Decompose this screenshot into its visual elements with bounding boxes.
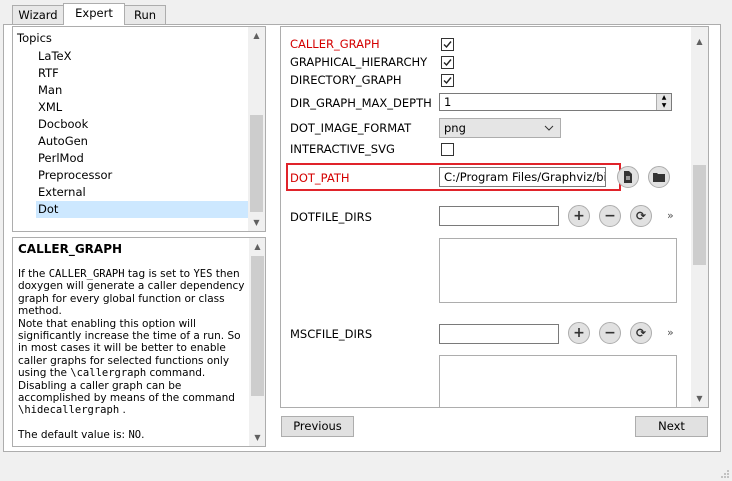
topic-item-xml[interactable]: XML	[36, 99, 248, 116]
topic-item-external[interactable]: External	[36, 184, 248, 201]
interactive-svg-checkbox[interactable]	[441, 143, 454, 156]
help-text: If the CALLER_GRAPH tag is set to YES th…	[18, 268, 245, 442]
scroll-thumb[interactable]	[693, 165, 706, 265]
scroll-thumb[interactable]	[251, 256, 264, 396]
topic-item-autogen[interactable]: AutoGen	[36, 133, 248, 150]
scroll-up-arrow-icon[interactable]: ▲	[249, 238, 265, 255]
folder-icon	[653, 173, 665, 182]
checkmark-icon	[443, 59, 452, 67]
dot-image-format-label: DOT_IMAGE_FORMAT	[290, 121, 412, 135]
topic-item-man[interactable]: Man	[36, 82, 248, 99]
scroll-up-arrow-icon[interactable]: ▲	[248, 27, 265, 44]
file-icon	[624, 171, 632, 183]
interactive-svg-label: INTERACTIVE_SVG	[290, 142, 395, 156]
next-button[interactable]: Next	[635, 416, 708, 437]
scroll-thumb[interactable]	[250, 115, 263, 212]
dotfile-dirs-label: DOTFILE_DIRS	[290, 210, 372, 224]
mscfile-dirs-list[interactable]	[439, 355, 677, 407]
topics-header: Topics	[17, 31, 52, 45]
graphical-hierarchy-checkbox[interactable]	[441, 56, 454, 69]
topics-scrollbar[interactable]: ▲ ▼	[248, 27, 265, 231]
scroll-down-arrow-icon[interactable]: ▼	[248, 214, 265, 231]
spin-down-icon[interactable]: ▼	[656, 102, 671, 110]
tab-run[interactable]: Run	[124, 5, 166, 24]
help-scrollbar[interactable]: ▲ ▼	[249, 238, 265, 446]
dir-graph-max-depth-spinbox[interactable]: 1	[439, 93, 672, 111]
topic-item-perlmod[interactable]: PerlMod	[36, 150, 248, 167]
mscfile-dirs-label: MSCFILE_DIRS	[290, 327, 373, 341]
mscfile-dirs-more-icon[interactable]: »	[667, 326, 674, 339]
topic-item-preprocessor[interactable]: Preprocessor	[36, 167, 248, 184]
directory-graph-label: DIRECTORY_GRAPH	[290, 73, 402, 87]
help-panel: CALLER_GRAPH If the CALLER_GRAPH tag is …	[12, 237, 266, 447]
scroll-down-arrow-icon[interactable]: ▼	[249, 429, 265, 446]
topics-tree: Topics LaTeX RTF Man XML Docbook AutoGen…	[12, 26, 266, 232]
mscfile-dirs-add-button[interactable]: +	[568, 322, 590, 344]
topic-item-docbook[interactable]: Docbook	[36, 116, 248, 133]
caller-graph-checkbox[interactable]	[441, 38, 454, 51]
checkmark-icon	[443, 77, 452, 85]
dot-path-folder-button[interactable]	[648, 166, 670, 188]
mscfile-dirs-remove-button[interactable]: −	[599, 322, 621, 344]
tab-wizard[interactable]: Wizard	[12, 5, 64, 24]
dot-image-format-combobox[interactable]: png	[439, 118, 561, 138]
dotfile-dirs-remove-button[interactable]: −	[599, 205, 621, 227]
dotfile-dirs-add-button[interactable]: +	[568, 205, 590, 227]
graphical-hierarchy-label: GRAPHICAL_HIERARCHY	[290, 55, 428, 69]
dot-path-label: DOT_PATH	[290, 171, 350, 185]
scroll-down-arrow-icon[interactable]: ▼	[691, 390, 708, 407]
dot-path-file-button[interactable]	[617, 166, 639, 188]
dotfile-dirs-refresh-button[interactable]: ⟳	[630, 205, 652, 227]
mscfile-dirs-input[interactable]	[439, 324, 559, 344]
topic-item-dot[interactable]: Dot	[36, 201, 248, 218]
chevron-down-icon	[544, 125, 554, 131]
dotfile-dirs-more-icon[interactable]: »	[667, 209, 674, 222]
caller-graph-label: CALLER_GRAPH	[290, 37, 380, 51]
dir-graph-max-depth-label: DIR_GRAPH_MAX_DEPTH	[290, 96, 432, 110]
topic-item-latex[interactable]: LaTeX	[36, 48, 248, 65]
dotfile-dirs-input[interactable]	[439, 206, 559, 226]
previous-button[interactable]: Previous	[281, 416, 354, 437]
dot-image-format-value: png	[444, 121, 466, 135]
mscfile-dirs-refresh-button[interactable]: ⟳	[630, 322, 652, 344]
scroll-up-arrow-icon[interactable]: ▲	[691, 33, 708, 50]
help-title: CALLER_GRAPH	[18, 242, 123, 256]
dot-path-input[interactable]: C:/Program Files/Graphviz/bin	[439, 167, 606, 187]
settings-panel: CALLER_GRAPH GRAPHICAL_HIERARCHY DIRECTO…	[280, 26, 709, 408]
tab-expert[interactable]: Expert	[63, 3, 125, 25]
spin-up-icon[interactable]: ▲	[656, 94, 671, 102]
checkmark-icon	[443, 41, 452, 49]
topic-item-rtf[interactable]: RTF	[36, 65, 248, 82]
resize-grip-icon[interactable]	[720, 469, 730, 479]
dotfile-dirs-list[interactable]	[439, 238, 677, 303]
directory-graph-checkbox[interactable]	[441, 74, 454, 87]
settings-scrollbar[interactable]: ▲ ▼	[691, 27, 708, 407]
